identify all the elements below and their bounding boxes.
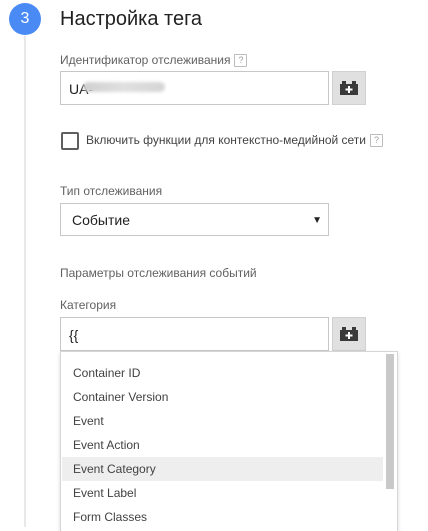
insert-variable-button[interactable] (332, 317, 366, 351)
help-icon[interactable]: ? (234, 54, 248, 68)
category-input[interactable]: {{ (60, 317, 329, 351)
help-icon[interactable]: ? (370, 134, 384, 148)
list-item[interactable]: Container Version (62, 385, 383, 409)
dropdown-arrow-icon: ▼ (312, 215, 322, 226)
tracking-id-label-text: Идентификатор отслеживания (60, 53, 231, 67)
list-item[interactable]: Event (62, 409, 383, 433)
insert-variable-button[interactable] (332, 71, 366, 105)
list-item-highlighted[interactable]: Event Category (62, 457, 383, 481)
track-type-select[interactable]: Событие ▼ (60, 203, 329, 236)
redacted-id (83, 82, 165, 92)
list-item[interactable]: Container ID (62, 361, 383, 385)
track-type-selected: Событие (72, 212, 130, 228)
tracking-id-label: Идентификатор отслеживания? (60, 53, 248, 68)
step-connector-line (24, 36, 26, 527)
list-item[interactable]: Event Action (62, 433, 383, 457)
list-item[interactable]: Event Label (62, 481, 383, 505)
category-value: {{ (69, 327, 79, 343)
variable-brick-icon (340, 327, 358, 341)
event-params-heading: Параметры отслеживания событий (60, 266, 257, 280)
step-number-badge: 3 (9, 3, 41, 35)
display-features-label: Включить функции для контекстно-медийной… (86, 133, 384, 148)
variable-autocomplete-list: Container ID Container Version Event Eve… (60, 351, 398, 531)
category-label: Категория (60, 298, 117, 312)
display-features-label-text: Включить функции для контекстно-медийной… (86, 133, 367, 147)
tracking-id-input[interactable]: UA- (60, 71, 329, 105)
list-item[interactable]: Form Classes (62, 505, 383, 529)
dropdown-scrollbar[interactable] (386, 354, 394, 489)
track-type-label: Тип отслеживания (60, 184, 163, 198)
display-features-checkbox[interactable] (61, 132, 79, 150)
variable-brick-icon (340, 81, 358, 95)
section-title: Настройка тега (60, 8, 203, 30)
